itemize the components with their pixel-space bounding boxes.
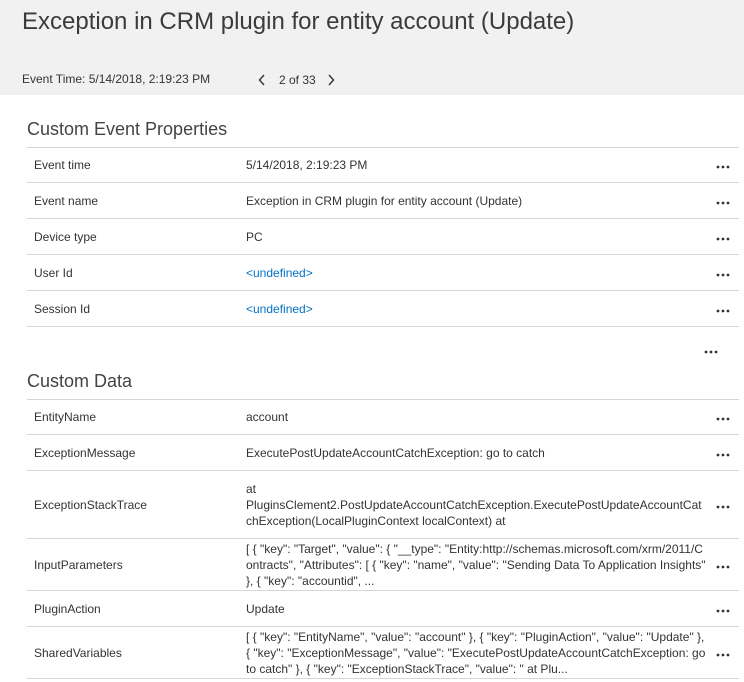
more-ellipsis-icon[interactable]	[716, 609, 730, 613]
more-ellipsis-icon[interactable]	[716, 653, 730, 657]
property-key: Event time	[34, 158, 91, 172]
custom-event-properties-table: Event time 5/14/2018, 2:19:23 PM Event n…	[27, 147, 739, 327]
property-value: PC	[246, 229, 263, 244]
data-key: SharedVariables	[34, 645, 122, 660]
event-time-label: Event Time: 5/14/2018, 2:19:23 PM	[22, 72, 211, 86]
data-row: PluginAction Update	[27, 591, 739, 627]
event-pager: 2 of 33	[255, 70, 338, 90]
pager-position: 2 of 33	[279, 73, 316, 87]
more-ellipsis-icon[interactable]	[716, 417, 730, 421]
more-ellipsis-icon[interactable]	[716, 565, 730, 569]
data-row: ExceptionStackTrace at PluginsClement2.P…	[27, 471, 739, 539]
data-key: ExceptionStackTrace	[34, 497, 147, 512]
more-ellipsis-icon[interactable]	[704, 341, 718, 359]
data-row: InputParameters [ { "key": "Target", "va…	[27, 539, 739, 591]
undefined-link[interactable]: <undefined>	[246, 266, 313, 280]
data-key: InputParameters	[34, 557, 123, 572]
custom-data-title: Custom Data	[27, 371, 133, 391]
custom-event-properties-title: Custom Event Properties	[27, 119, 228, 139]
undefined-link[interactable]: <undefined>	[246, 302, 313, 316]
property-key: Session Id	[34, 301, 91, 316]
chevron-left-icon[interactable]	[255, 71, 269, 89]
data-value: account	[246, 410, 289, 424]
data-value: [ { "key": "Target", "value": { "__type"…	[246, 541, 706, 588]
data-value: ExecutePostUpdateAccountCatchException: …	[246, 445, 545, 460]
data-row: SharedVariables [ { "key": "EntityName",…	[27, 627, 739, 679]
property-row: Device type PC	[27, 219, 739, 255]
data-key: ExceptionMessage	[34, 445, 136, 460]
more-ellipsis-icon[interactable]	[716, 273, 730, 277]
more-ellipsis-icon[interactable]	[716, 201, 730, 205]
more-ellipsis-icon[interactable]	[716, 505, 730, 509]
property-value: 5/14/2018, 2:19:23 PM	[246, 158, 368, 172]
chevron-right-icon[interactable]	[324, 71, 338, 89]
more-ellipsis-icon[interactable]	[716, 165, 730, 169]
property-key: User Id	[34, 265, 73, 280]
custom-data-table: EntityName account ExceptionMessage Exec…	[27, 399, 739, 679]
property-row: Session Id <undefined>	[27, 291, 739, 327]
more-ellipsis-icon[interactable]	[716, 453, 730, 457]
data-row: ExceptionMessage ExecutePostUpdateAccoun…	[27, 435, 739, 471]
property-value: Exception in CRM plugin for entity accou…	[246, 193, 523, 208]
data-value: at PluginsClement2.PostUpdateAccountCatc…	[246, 481, 702, 528]
page-title: Exception in CRM plugin for entity accou…	[22, 8, 575, 35]
more-ellipsis-icon[interactable]	[716, 237, 730, 241]
details-header: Exception in CRM plugin for entity accou…	[0, 0, 744, 95]
property-key: Event name	[34, 193, 99, 208]
property-row: Event name Exception in CRM plugin for e…	[27, 183, 739, 219]
data-value: [ { "key": "EntityName", "value": "accou…	[246, 629, 706, 676]
data-row: EntityName account	[27, 399, 739, 435]
property-row: User Id <undefined>	[27, 255, 739, 291]
data-value: Update	[246, 601, 285, 616]
property-key: Device type	[34, 229, 97, 244]
property-row: Event time 5/14/2018, 2:19:23 PM	[27, 147, 739, 183]
data-key: EntityName	[34, 410, 97, 424]
data-key: PluginAction	[34, 601, 101, 616]
more-ellipsis-icon[interactable]	[716, 309, 730, 313]
